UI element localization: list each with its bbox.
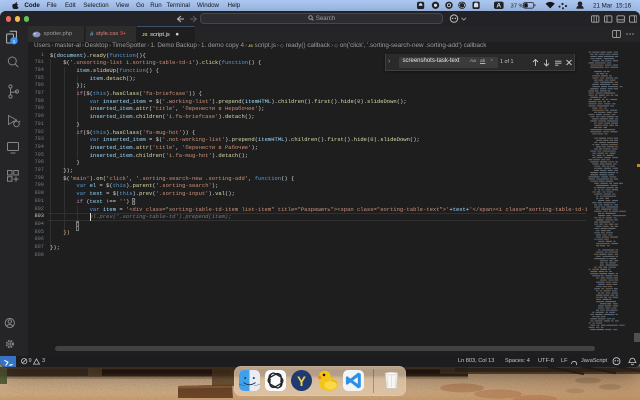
svg-text:37 %: 37 %	[511, 3, 524, 9]
svg-text:1: 1	[13, 39, 16, 44]
svg-text:21 Mar 15:16: 21 Mar 15:16	[593, 3, 632, 10]
svg-text:Y: Y	[296, 374, 305, 389]
svg-text:A: A	[496, 3, 501, 10]
